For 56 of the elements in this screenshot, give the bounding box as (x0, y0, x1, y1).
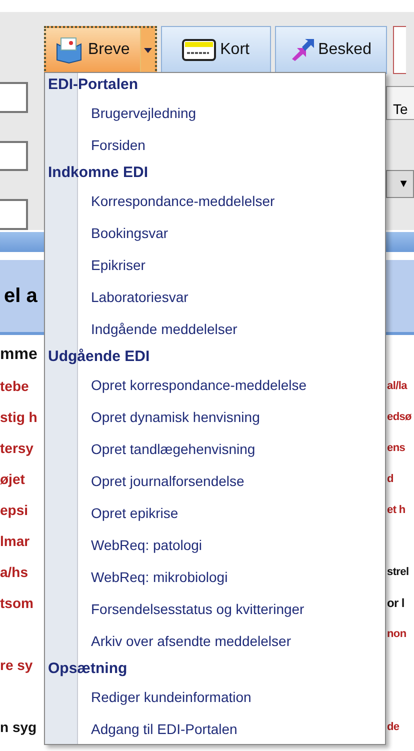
menu-item[interactable]: Adgang til EDI-Portalen (91, 713, 385, 744)
link[interactable]: de (387, 720, 400, 732)
link[interactable]: tersy (0, 440, 34, 456)
dropdown-caret-icon[interactable] (140, 28, 155, 72)
input-field[interactable] (0, 199, 28, 230)
link[interactable]: al/la (387, 380, 407, 392)
dropdown-field[interactable]: ▼ (386, 170, 414, 198)
text: n syg (0, 718, 37, 734)
menu-item[interactable]: Opret epikrise (91, 497, 385, 529)
menu-item[interactable]: Forsiden (91, 129, 385, 161)
menu-item[interactable]: Rediger kundeinformation (91, 681, 385, 713)
menu-item[interactable]: Opret journalforsendelse (91, 465, 385, 497)
menu-item[interactable]: Forsendelsesstatus og kvitteringer (91, 593, 385, 625)
panel-title: el a (3, 284, 38, 308)
toolbar-button[interactable]: Besked (274, 26, 387, 74)
link[interactable]: non (387, 628, 406, 640)
menu-heading: EDI-Portalen (47, 75, 140, 95)
link[interactable]: edsø (387, 410, 412, 422)
link[interactable]: stig h (0, 408, 38, 424)
menu-item[interactable]: Arkiv over afsendte meddelelser (91, 625, 385, 657)
input-field[interactable] (0, 140, 28, 172)
link[interactable]: d (387, 472, 394, 484)
menu-heading: Indkomne EDI (47, 163, 150, 183)
toolbar-button[interactable]: Kort (160, 26, 271, 74)
menu-item[interactable]: WebReq: patologi (91, 529, 385, 561)
input-field[interactable] (0, 82, 28, 113)
text: or l (387, 596, 404, 610)
link[interactable]: øjet (0, 470, 25, 486)
link[interactable]: epsi (0, 502, 28, 518)
menu-item[interactable]: Brugervejledning (91, 97, 385, 129)
letter-icon (54, 36, 84, 64)
toolbar-button[interactable]: Breve (44, 26, 157, 74)
menu-item[interactable]: Korrespondance-meddelelser (91, 185, 385, 217)
text: strel (387, 566, 409, 578)
link[interactable]: tebe (0, 378, 29, 394)
menu-item[interactable]: Opret korrespondance-meddelelse (91, 369, 385, 401)
document-icon[interactable] (392, 26, 406, 74)
card-icon (182, 39, 216, 61)
link[interactable]: tsom (0, 594, 34, 610)
menu-item[interactable]: WebReq: mikrobiologi (91, 561, 385, 593)
link[interactable]: ens (387, 442, 406, 454)
menu-heading: Opsætning (47, 659, 128, 679)
menu-heading: Udgående EDI (47, 347, 151, 367)
link[interactable]: a/hs (0, 564, 28, 580)
link[interactable]: et h (387, 504, 406, 516)
menu-item[interactable]: Opret tandlægehenvisning (91, 433, 385, 465)
link[interactable]: lmar (0, 532, 30, 548)
text: mme (0, 346, 38, 364)
menu-item[interactable]: Opret dynamisk henvisning (91, 401, 385, 433)
menu-item[interactable]: Bookingsvar (91, 217, 385, 249)
menu-item[interactable]: Laboratoriesvar (91, 281, 385, 313)
side-button[interactable]: Te (386, 86, 414, 120)
menu-item[interactable]: Indgående meddelelser (91, 313, 385, 345)
arrows-icon (290, 39, 314, 61)
link[interactable]: re sy (0, 656, 33, 672)
menu-item[interactable]: Epikriser (91, 249, 385, 281)
